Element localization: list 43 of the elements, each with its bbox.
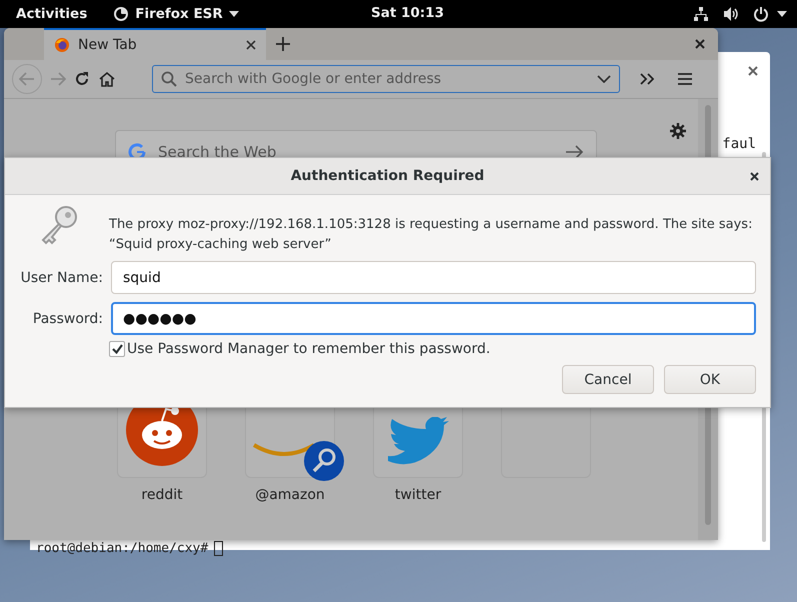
back-arrow-icon <box>19 72 35 86</box>
field-label: User Name: <box>20 270 103 286</box>
search-icon <box>161 71 177 87</box>
key-icon <box>39 205 79 245</box>
cancel-button[interactable]: Cancel <box>562 365 654 394</box>
site-label[interactable]: @amazon <box>255 487 325 503</box>
power-icon[interactable] <box>753 6 769 22</box>
caret-icon <box>228 11 239 17</box>
field-label: Password: <box>32 310 103 326</box>
close-icon[interactable] <box>695 39 705 49</box>
input-field[interactable]: squid <box>111 261 756 294</box>
app-icon <box>113 6 130 22</box>
clock[interactable]: Sat 10:13 <box>371 5 444 21</box>
reload-icon[interactable] <box>74 71 90 87</box>
firefox-icon <box>54 37 70 53</box>
site-label[interactable]: reddit <box>141 487 183 503</box>
chevron-down-icon[interactable] <box>597 75 611 83</box>
checkbox-label[interactable]: Use Password Manager to remember this password. <box>127 341 490 357</box>
app-menu[interactable]: Firefox ESR <box>135 6 223 22</box>
network-icon[interactable] <box>693 6 709 22</box>
search-badge-icon[interactable] <box>303 440 345 482</box>
terminal-text: faul <box>722 136 756 152</box>
caret-icon[interactable] <box>777 11 787 17</box>
browser-tab[interactable]: New Tab <box>44 28 266 60</box>
close-icon <box>750 172 758 180</box>
ok-button[interactable]: OK <box>664 365 756 394</box>
dialog-message: The proxy moz-proxy://192.168.1.105:3128 is requesting a username and password. The site says: “Squid proxy-caching web server” <box>109 216 754 254</box>
checkbox[interactable] <box>109 341 125 357</box>
menu-icon[interactable] <box>678 73 692 85</box>
plus-icon[interactable] <box>276 37 290 51</box>
settings-icon[interactable] <box>670 123 686 139</box>
check-icon <box>112 344 122 354</box>
volume-icon[interactable] <box>723 6 739 22</box>
text-cursor <box>214 541 224 556</box>
activities-button[interactable]: Activities <box>16 6 88 22</box>
home-icon[interactable] <box>98 71 116 87</box>
close-icon[interactable] <box>246 40 256 50</box>
close-icon[interactable] <box>748 66 758 76</box>
arrow-right-icon[interactable] <box>566 145 584 159</box>
overflow-icon[interactable] <box>640 73 654 85</box>
tab-title: New Tab <box>78 37 138 53</box>
input-field[interactable]: ●●●●●● <box>111 302 756 335</box>
site-label[interactable]: twitter <box>394 487 442 503</box>
